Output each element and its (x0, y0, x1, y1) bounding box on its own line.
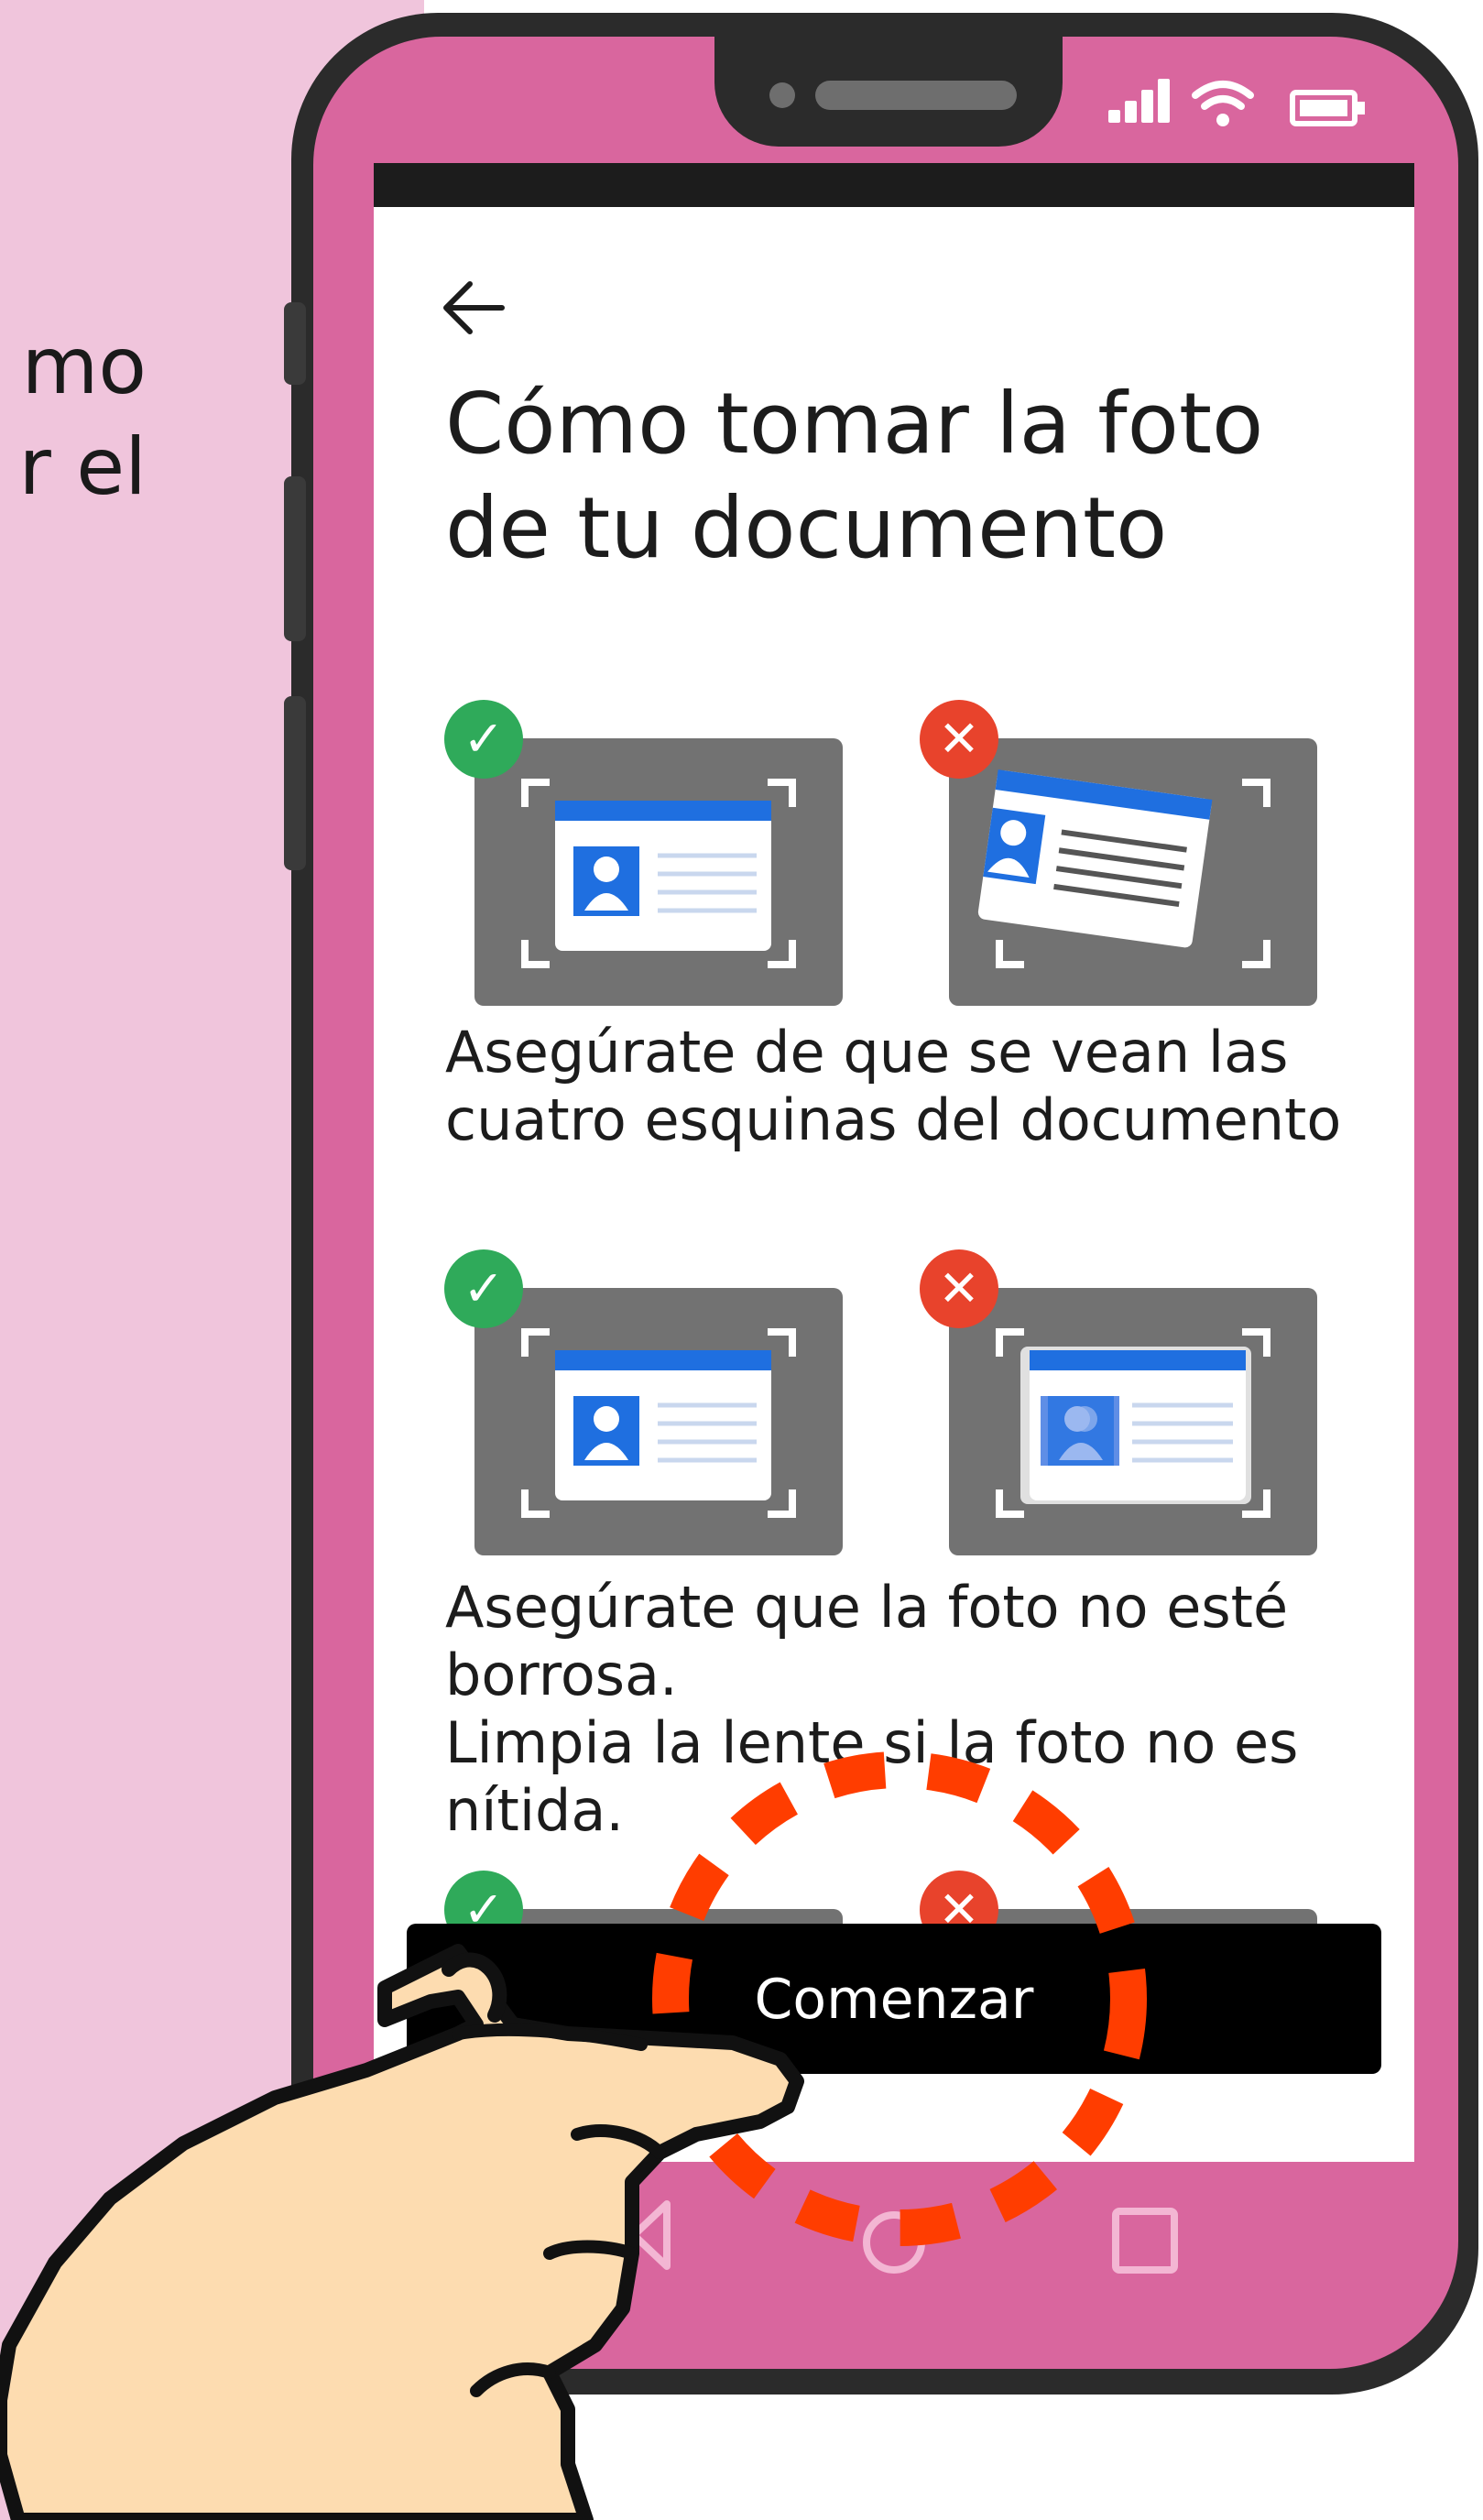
app-screen: Cómo tomar la foto de tu documento ✓ ✕ A… (374, 163, 1414, 2162)
side-text: mo r el (0, 316, 147, 518)
phone-volume-down-button (284, 696, 306, 870)
x-icon: ✕ (920, 700, 998, 779)
start-button[interactable]: Comenzar (407, 1924, 1381, 2074)
tip-lens-line: Limpia la lente si la foto no es nítida. (445, 1709, 1299, 1844)
phone-side-button (284, 302, 306, 385)
x-icon: ✕ (920, 1249, 998, 1328)
example-card-correct-focus (474, 1288, 843, 1555)
back-arrow-icon[interactable] (438, 271, 511, 344)
tip-blur-text: Asegúrate que la foto no esté borrosa. L… (445, 1574, 1398, 1845)
example-card-incorrect-blurry (949, 1288, 1317, 1555)
check-icon: ✓ (444, 700, 523, 779)
example-card-correct-corners (474, 738, 843, 1006)
screen-top-bar (374, 163, 1414, 207)
earpiece-speaker (815, 81, 1017, 110)
nav-back-icon[interactable] (623, 2197, 678, 2274)
side-text-line-1: mo (21, 321, 147, 412)
nav-home-icon[interactable] (857, 2206, 931, 2279)
page-title-line-2: de tu documento (445, 479, 1168, 577)
battery-icon (1290, 90, 1365, 126)
page-title: Cómo tomar la foto de tu documento (445, 372, 1389, 581)
wifi-icon (1192, 81, 1254, 126)
front-camera (769, 82, 795, 108)
example-card-incorrect-corners (949, 738, 1317, 1006)
nav-recents-icon[interactable] (1110, 2206, 1180, 2275)
check-icon: ✓ (444, 1249, 523, 1328)
side-text-line-2: r el (18, 421, 147, 513)
tip-corners-text: Asegúrate de que se vean las cuatro esqu… (445, 1019, 1342, 1153)
tip-blur-line: Asegúrate que la foto no esté borrosa. (445, 1574, 1289, 1708)
page-title-line-1: Cómo tomar la foto (445, 375, 1264, 473)
phone-volume-up-button (284, 476, 306, 641)
